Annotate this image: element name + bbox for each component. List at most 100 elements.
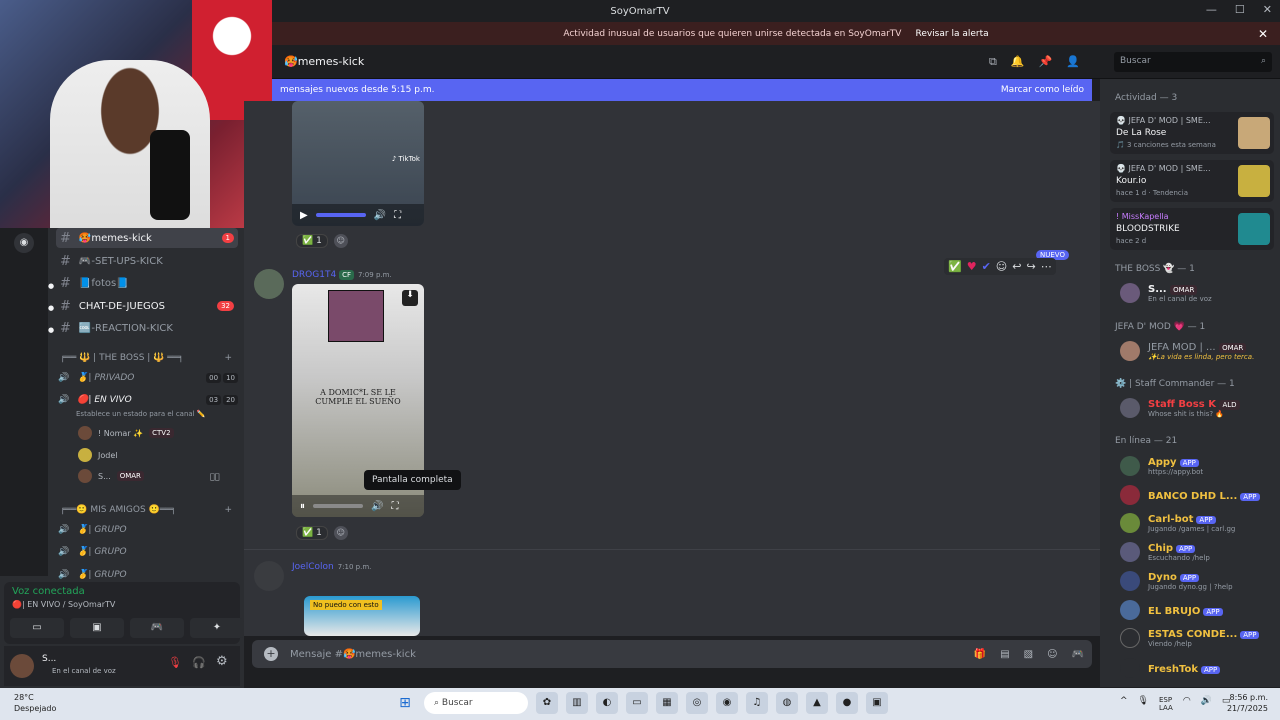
member-item[interactable]: FreshTok APP: [1120, 658, 1270, 678]
language-indicator[interactable]: ESP LAA: [1159, 696, 1173, 712]
voice-channel-grupo[interactable]: 🔊 🥇| GRUPO: [58, 543, 238, 561]
sticker-icon[interactable]: ▧: [1024, 649, 1033, 660]
member-item[interactable]: EL BRUJO APP: [1120, 600, 1270, 620]
pin-icon[interactable]: 📌: [1039, 55, 1053, 69]
member-item[interactable]: Appy APP https://appy.bot: [1120, 455, 1270, 476]
voice-channel-label[interactable]: 🔴| EN VIVO / SoyOmarTV: [12, 600, 115, 609]
camera-button[interactable]: ▭: [10, 618, 64, 638]
activity-button[interactable]: 🎮: [130, 618, 184, 638]
volume-icon[interactable]: 🔊: [374, 210, 386, 221]
chrome-icon[interactable]: ◎: [686, 692, 708, 714]
widgets-icon[interactable]: ✿: [536, 692, 558, 714]
obs-icon[interactable]: ●: [836, 692, 858, 714]
deafen-icon[interactable]: 🎧: [192, 656, 206, 669]
voice-channel-privado[interactable]: 🔊 🥇| PRIVADO 00 10: [58, 369, 238, 387]
channel-fotos[interactable]: # 📘fotos📘: [56, 273, 238, 293]
add-channel-icon[interactable]: +: [224, 353, 232, 363]
task-view-icon[interactable]: ▥: [566, 692, 588, 714]
member-item[interactable]: Chip APP Escuchando /help: [1120, 541, 1270, 562]
store-icon[interactable]: ▦: [656, 692, 678, 714]
screen-share-button[interactable]: ▣: [70, 618, 124, 638]
member-item[interactable]: JEFA MOD | ... OMAR ✨La vida es linda, pe…: [1120, 340, 1270, 361]
activity-card[interactable]: 💀 JEFA D' MOD | SME... Kour.io hace 1 d · …: [1110, 160, 1274, 202]
channel-status-hint[interactable]: Establece un estado para el canal ✏️: [76, 405, 256, 423]
check-emoji-icon[interactable]: ✅: [948, 260, 962, 273]
add-reaction-icon[interactable]: ☺: [333, 526, 348, 540]
channel-set-ups[interactable]: # 🎮-SET-UPS-KICK: [56, 251, 238, 271]
mark-read-button[interactable]: Marcar como leído: [1001, 85, 1084, 95]
close-icon[interactable]: ✕: [1263, 3, 1272, 16]
minimize-icon[interactable]: —: [1206, 3, 1217, 16]
voice-user[interactable]: Jodel: [78, 448, 117, 462]
emoji-icon[interactable]: ☺: [1047, 649, 1057, 660]
pause-icon[interactable]: ⏸: [300, 501, 305, 512]
check-reaction[interactable]: ✅ 1: [296, 234, 328, 248]
avatar[interactable]: [254, 561, 284, 591]
review-alert-button[interactable]: Revisar la alerta: [915, 29, 988, 39]
video-attachment[interactable]: No puedo con esto: [304, 596, 420, 636]
message-input[interactable]: + Mensaje #🥵memes-kick 🎁 ▤ ▧ ☺ 🎮: [252, 640, 1092, 668]
more-icon[interactable]: ⋯: [1041, 260, 1052, 273]
apps-icon[interactable]: 🎮: [1072, 649, 1084, 660]
gif-icon[interactable]: ▤: [1000, 649, 1009, 660]
download-icon[interactable]: ⬇: [402, 290, 418, 306]
member-item[interactable]: ESTAS CONDE... APP Viendo /help: [1120, 627, 1270, 648]
server-icon[interactable]: ◉: [14, 233, 34, 253]
fullscreen-icon[interactable]: ⛶: [394, 210, 401, 221]
new-messages-bar[interactable]: mensajes nuevos desde 5:15 p.m. Marcar c…: [272, 79, 1092, 101]
check-reaction[interactable]: ✅ 1: [296, 526, 328, 540]
steam-icon[interactable]: ◍: [776, 692, 798, 714]
threads-icon[interactable]: ⧉: [989, 55, 997, 69]
add-reaction-icon[interactable]: ☺: [333, 234, 348, 248]
forward-icon[interactable]: ↪: [1026, 260, 1035, 273]
weather-widget[interactable]: 28°C Despejado: [14, 692, 56, 714]
file-explorer-icon[interactable]: ▭: [626, 692, 648, 714]
soundboard-button[interactable]: ✦: [190, 618, 244, 638]
member-item[interactable]: Staff Boss K ALD Whose shit is this? 🔥: [1120, 397, 1270, 418]
heart-emoji-icon[interactable]: ♥: [967, 260, 977, 273]
taskbar-search[interactable]: ⌕ Buscar: [424, 692, 528, 714]
chevron-up-icon[interactable]: ^: [1120, 696, 1128, 712]
edge-icon[interactable]: ◐: [596, 692, 618, 714]
channel-memes-kick[interactable]: # 🥵memes-kick 1: [56, 228, 238, 248]
close-alert-icon[interactable]: ✕: [1258, 27, 1268, 41]
play-icon[interactable]: ▶: [300, 210, 308, 221]
category-the-boss[interactable]: ╒══ 🔱 | THE BOSS | 🔱 ══╕ +: [60, 353, 236, 363]
progress-bar[interactable]: [315, 213, 366, 217]
voice-user[interactable]: S... OMAR 🎙⃠: [78, 469, 220, 483]
add-reaction-icon[interactable]: ☺: [996, 260, 1007, 273]
mic-muted-icon[interactable]: 🎙: [168, 656, 182, 669]
message-author[interactable]: DROG1T4 CF 7:09 p.m.: [292, 270, 392, 280]
volume-icon[interactable]: 🔊: [1201, 696, 1212, 712]
video-attachment[interactable]: ♪ TikTok ▶ 🔊 ⛶: [292, 101, 424, 226]
gear-icon[interactable]: ⚙: [216, 654, 228, 669]
member-item[interactable]: Carl-bot APP Jugando /games | carl.gg: [1120, 512, 1270, 533]
spotify-icon[interactable]: ♫: [746, 692, 768, 714]
activity-card[interactable]: ! MissKapella BLOODSTRIKE hace 2 d: [1110, 208, 1274, 250]
gift-icon[interactable]: 🎁: [974, 649, 986, 660]
maximize-icon[interactable]: ☐: [1235, 3, 1245, 16]
wifi-icon[interactable]: ◠: [1183, 696, 1191, 712]
verified-emoji-icon[interactable]: ✔: [982, 260, 991, 273]
member-item[interactable]: BANCO DHD L... APP: [1120, 485, 1270, 505]
channel-reaction-kick[interactable]: # 🆒-REACTION-KICK: [56, 318, 238, 338]
avatar[interactable]: [254, 269, 284, 299]
volume-icon[interactable]: 🔊: [371, 501, 383, 512]
clock[interactable]: 8:56 p.m. 21/7/2025: [1227, 692, 1268, 714]
members-icon[interactable]: 👤: [1066, 55, 1080, 69]
category-mis-amigos[interactable]: ╒══🙂 MIS AMIGOS 🙂══╕ +: [60, 505, 236, 515]
progress-bar[interactable]: [313, 504, 363, 508]
windows-start-icon[interactable]: ⊞: [394, 692, 416, 714]
channel-chat-de-juegos[interactable]: # CHAT-DE-JUEGOS 32: [56, 296, 238, 316]
reply-icon[interactable]: ↩: [1012, 260, 1021, 273]
mic-icon[interactable]: 🎙: [1138, 696, 1149, 712]
activity-card[interactable]: 💀 JEFA D' MOD | SME... De La Rose 🎵 3 canc…: [1110, 112, 1274, 154]
add-channel-icon[interactable]: +: [224, 505, 232, 515]
fullscreen-icon[interactable]: ⛶: [391, 501, 398, 512]
app-icon[interactable]: ▲: [806, 692, 828, 714]
search-input[interactable]: Buscar ⌕: [1114, 52, 1272, 72]
member-item[interactable]: S... OMAR En el canal de voz: [1120, 282, 1270, 303]
member-item[interactable]: Dyno APP Jugando dyno.gg | ?help: [1120, 570, 1270, 591]
voice-channel-grupo[interactable]: 🔊 🥇| GRUPO: [58, 521, 238, 539]
add-attachment-icon[interactable]: +: [264, 647, 278, 661]
